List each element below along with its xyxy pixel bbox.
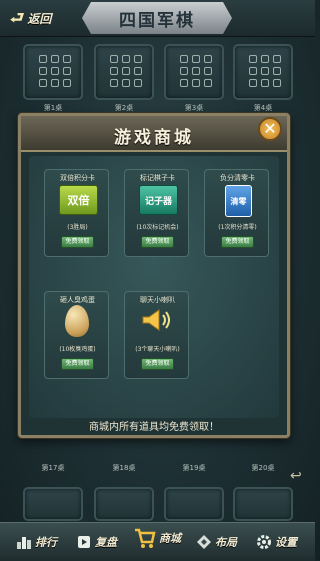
item-desc: (3个聊天小喇叭) xyxy=(135,346,180,353)
shop-item-speaker: 聊天小喇叭 (3个聊天小喇叭) 免费领取 xyxy=(124,291,189,379)
nav-label: 排行 xyxy=(35,536,57,549)
item-desc: (3胜局) xyxy=(67,224,88,231)
nav-layout[interactable]: 布局 xyxy=(196,531,237,553)
table-label: 第3桌 xyxy=(184,104,204,112)
shop-item-double-points: 双倍积分卡 双倍 (3胜局) 免费领取 xyxy=(44,169,109,257)
shop-items-area: 双倍积分卡 双倍 (3胜局) 免费领取 标记棋子卡 记子器 (10次标记机会) … xyxy=(29,156,279,418)
table-label: 第4桌 xyxy=(253,104,273,112)
item-name: 标记棋子卡 xyxy=(140,174,175,182)
gear-icon xyxy=(256,533,272,551)
bottom-nav: 排行 复盘 商城 布局 设置 xyxy=(0,522,315,561)
double-points-icon: 双倍 xyxy=(59,185,98,215)
back-button[interactable]: ⮐ 返回 xyxy=(10,8,68,28)
item-desc: (1次积分清零) xyxy=(218,224,257,231)
egg-icon xyxy=(65,305,89,337)
free-notice: 商城内所有道具均免费领取！ xyxy=(89,422,219,433)
shop-cart-icon xyxy=(134,526,156,550)
clear-score-icon: 清零 xyxy=(225,185,252,217)
table-label: 第2桌 xyxy=(114,104,134,112)
nav-leaderboard[interactable]: 排行 xyxy=(16,531,57,553)
layout-icon xyxy=(196,533,212,551)
return-arrow-icon[interactable]: ↩ xyxy=(290,468,302,484)
item-icon-text: 记子器 xyxy=(144,196,172,207)
item-name: 聊天小喇叭 xyxy=(140,296,175,304)
nav-label: 布局 xyxy=(215,536,237,549)
nav-replay[interactable]: 复盘 xyxy=(76,531,117,553)
table-tile[interactable] xyxy=(23,44,83,100)
nav-label: 复盘 xyxy=(95,536,117,549)
top-bar: ⮐ 返回 四国军棋 xyxy=(0,0,315,37)
claim-button[interactable]: 免费领取 xyxy=(141,236,174,248)
game-title: 四国军棋 xyxy=(119,10,195,31)
back-label: 返回 xyxy=(27,11,52,26)
claim-button[interactable]: 免费领取 xyxy=(221,236,254,248)
nav-label: 设置 xyxy=(275,536,297,549)
replay-icon xyxy=(76,533,92,551)
table-label: 第1桌 xyxy=(43,104,63,112)
nav-shop[interactable]: 商城 xyxy=(134,527,181,549)
back-arrow-icon: ⮐ xyxy=(10,8,25,27)
table-tile[interactable] xyxy=(94,487,154,521)
table-tile[interactable] xyxy=(164,44,224,100)
table-tile[interactable] xyxy=(233,44,293,100)
item-icon-text: 双倍 xyxy=(67,194,90,207)
item-name: 砸人臭鸡蛋 xyxy=(60,296,95,304)
shop-item-clear-score: 负分清零卡 清零 (1次积分清零) 免费领取 xyxy=(204,169,269,257)
nav-label: 商城 xyxy=(159,532,181,545)
table-tile[interactable] xyxy=(23,487,83,521)
shop-item-piece-marker: 标记棋子卡 记子器 (10次标记机会) 免费领取 xyxy=(124,169,189,257)
seat-grid xyxy=(249,55,281,87)
item-icon-text: 清零 xyxy=(230,196,247,206)
table-tile[interactable] xyxy=(94,44,154,100)
item-name: 双倍积分卡 xyxy=(60,174,95,182)
table-tile[interactable] xyxy=(164,487,224,521)
claim-button[interactable]: 免费领取 xyxy=(61,358,94,370)
shop-modal: 游戏商城 双倍积分卡 双倍 (3胜局) 免费领取 标记棋子卡 记子器 (10次标… xyxy=(18,113,290,438)
modal-title-bar: 游戏商城 xyxy=(21,116,287,152)
leaderboard-icon xyxy=(16,533,32,551)
nav-settings[interactable]: 设置 xyxy=(256,531,297,553)
close-icon[interactable]: ✕ xyxy=(258,117,282,141)
seat-grid xyxy=(39,55,71,87)
seat-grid xyxy=(110,55,142,87)
claim-button[interactable]: 免费领取 xyxy=(61,236,94,248)
table-label: 第18桌 xyxy=(112,464,136,472)
item-desc: (10次标记机会) xyxy=(136,224,179,231)
item-name: 负分清零卡 xyxy=(220,174,255,182)
item-desc: (10枚臭鸡蛋) xyxy=(59,346,96,353)
piece-marker-icon: 记子器 xyxy=(139,185,178,215)
table-tile[interactable] xyxy=(233,487,293,521)
claim-button[interactable]: 免费领取 xyxy=(141,358,174,370)
game-logo: 四国军棋 xyxy=(82,2,232,34)
table-label: 第20桌 xyxy=(251,464,275,472)
shop-item-egg: 砸人臭鸡蛋 (10枚臭鸡蛋) 免费领取 xyxy=(44,291,109,379)
table-label: 第19桌 xyxy=(182,464,206,472)
modal-title: 游戏商城 xyxy=(114,128,194,148)
seat-grid xyxy=(180,55,212,87)
speaker-icon xyxy=(139,306,176,334)
table-label: 第17桌 xyxy=(41,464,65,472)
